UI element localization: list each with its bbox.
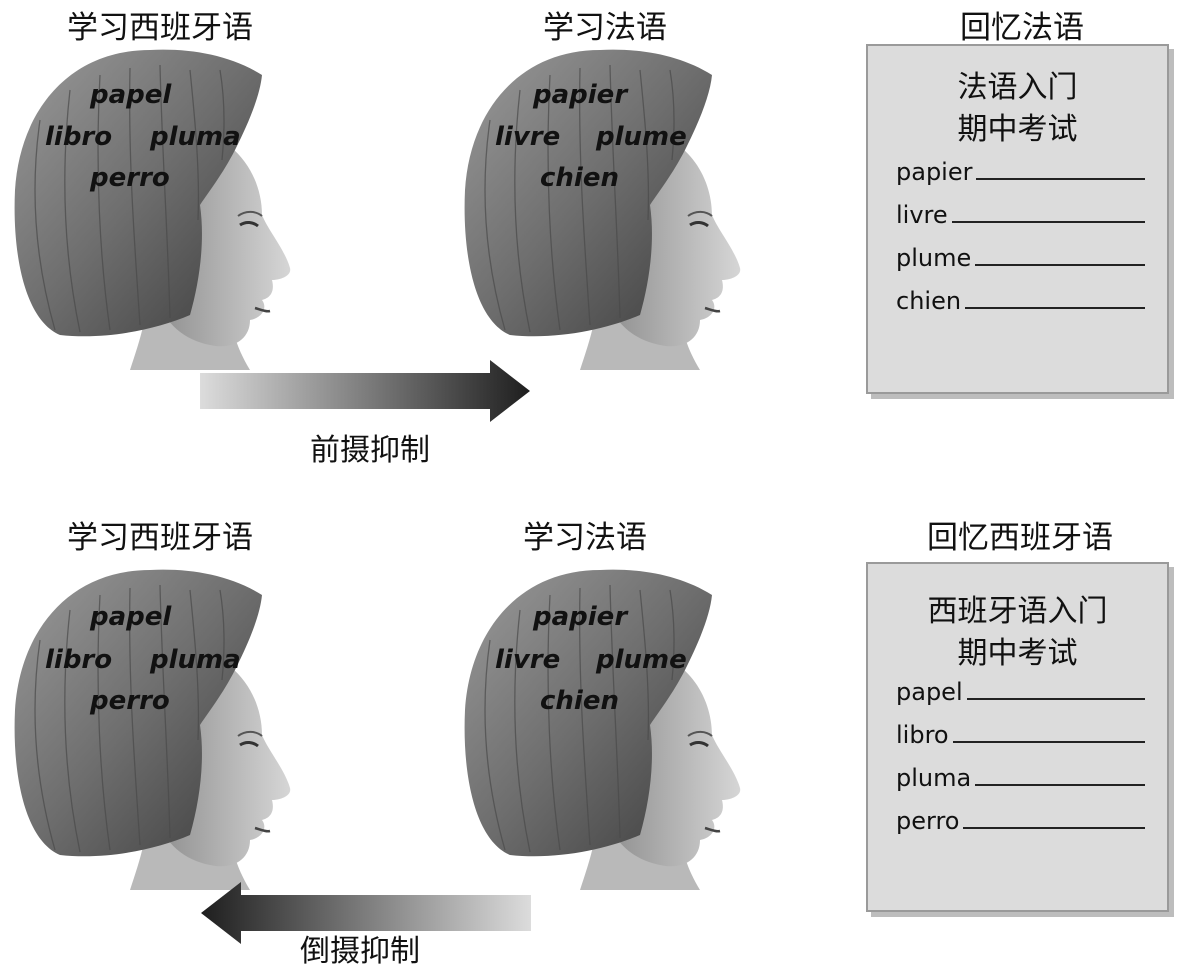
word-spanish-2: libro [45, 122, 113, 152]
bottom-label-learn-spanish: 学习西班牙语 [67, 520, 253, 556]
exam-row: libro [896, 717, 1145, 749]
word-french-4: chien [540, 163, 619, 193]
word-spanish-1: papel [90, 602, 172, 632]
answer-line [975, 264, 1145, 266]
word-french-3: plume [596, 122, 687, 152]
word-spanish-3: pluma [150, 122, 241, 152]
exam-card: 法语入门 期中考试 papier livre plume chien [866, 44, 1169, 394]
answer-line [952, 741, 1145, 743]
word-french-4: chien [540, 686, 619, 716]
exam-row-word: libro [896, 721, 949, 749]
word-french-2: livre [495, 645, 561, 675]
answer-line [975, 784, 1145, 786]
exam-row-word: pluma [896, 764, 972, 792]
bottom-label-learn-french: 学习法语 [523, 520, 647, 556]
exam-row: pluma [896, 760, 1145, 792]
word-spanish-1: papel [90, 80, 172, 110]
word-spanish-2: libro [45, 645, 113, 675]
exam-row-word: papel [896, 678, 963, 706]
exam-card-subtitle: 期中考试 [957, 636, 1078, 671]
word-french-1: papier [533, 602, 628, 632]
exam-card-subtitle: 期中考试 [957, 112, 1078, 147]
exam-row-word: livre [896, 201, 948, 229]
word-french-2: livre [495, 122, 561, 152]
exam-row: papel [896, 674, 1145, 706]
exam-row-word: perro [896, 807, 960, 835]
retroactive-interference-label: 倒摄抑制 [300, 934, 420, 969]
exam-row: livre [896, 197, 1145, 229]
arrow-right [200, 360, 530, 422]
exam-row-word: papier [896, 158, 973, 186]
word-spanish-4: perro [90, 163, 170, 193]
answer-line [965, 307, 1145, 309]
answer-line [951, 221, 1145, 223]
exam-row: chien [896, 283, 1145, 315]
exam-row-word: plume [896, 244, 972, 272]
word-spanish-3: pluma [150, 645, 241, 675]
exam-card-title: 西班牙语入门 [927, 594, 1108, 629]
answer-line [976, 178, 1145, 180]
word-french-3: plume [596, 645, 687, 675]
word-spanish-4: perro [90, 686, 170, 716]
exam-row: perro [896, 803, 1145, 835]
answer-line [966, 698, 1145, 700]
exam-row: papier [896, 154, 1145, 186]
exam-row: plume [896, 240, 1145, 272]
top-label-recall-french: 回忆法语 [960, 10, 1084, 46]
answer-line [963, 827, 1145, 829]
bottom-label-recall-spanish: 回忆西班牙语 [927, 520, 1113, 556]
exam-card-title: 法语入门 [957, 70, 1078, 105]
exam-row-word: chien [896, 287, 962, 315]
word-french-1: papier [533, 80, 628, 110]
exam-card: 西班牙语入门 期中考试 papel libro pluma perro [866, 562, 1169, 912]
proactive-interference-label: 前摄抑制 [310, 433, 430, 468]
